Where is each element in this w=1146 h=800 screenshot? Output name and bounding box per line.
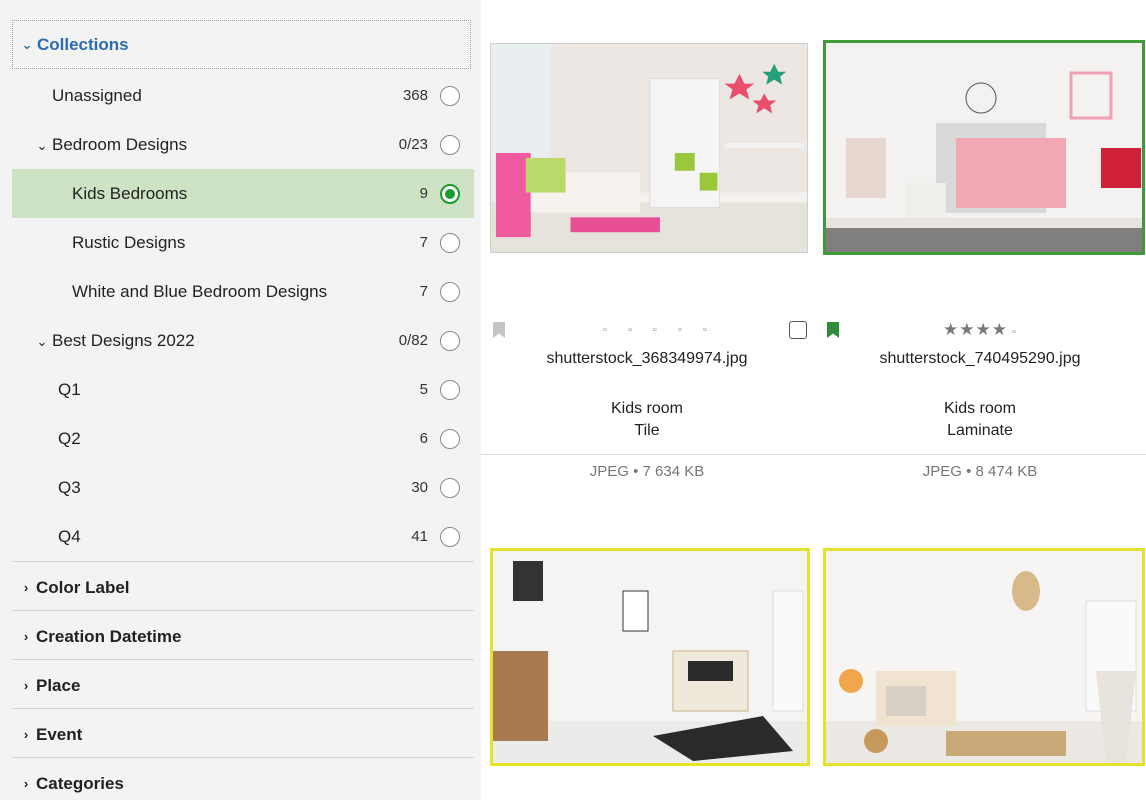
- card-meta-row: ▫ ▫ ▫ ▫ ▫: [493, 318, 813, 342]
- thumbnail-grid: ▫ ▫ ▫ ▫ ▫ shutterstock_368349974.jpg Kid…: [481, 0, 1146, 800]
- chevron-down-icon: ⌄: [21, 36, 33, 52]
- collection-item-rustic-designs[interactable]: Rustic Designs 7: [12, 218, 474, 267]
- section-title: Place: [36, 675, 81, 695]
- section-title: Creation Datetime: [36, 626, 182, 646]
- collections-title: Collections: [37, 34, 129, 54]
- collection-label: Kids Bedrooms: [72, 183, 188, 203]
- chevron-down-icon[interactable]: ⌄: [34, 334, 50, 350]
- rating-stars[interactable]: ★★★★ ▫: [943, 320, 1017, 340]
- thumbnail-image[interactable]: [823, 548, 1145, 766]
- collection-count: 0/82: [398, 332, 428, 349]
- collection-item-bedroom-designs[interactable]: ⌄ Bedroom Designs 0/23: [12, 120, 474, 169]
- caption-line1: Kids room: [943, 400, 1017, 417]
- chevron-right-icon: ›: [23, 629, 29, 644]
- thumbnail-image-selected[interactable]: [823, 40, 1145, 255]
- flag-icon-flagged[interactable]: [827, 322, 839, 338]
- chevron-down-icon[interactable]: ⌄: [34, 138, 50, 154]
- divider: [12, 708, 474, 709]
- collection-label: Q3: [58, 477, 81, 497]
- collection-label: Rustic Designs: [72, 232, 186, 252]
- collection-label: Q2: [58, 428, 81, 448]
- collection-count: 9: [419, 185, 428, 202]
- collection-count: 368: [402, 87, 428, 104]
- collection-item-white-blue[interactable]: White and Blue Bedroom Designs 7: [12, 267, 474, 316]
- collection-item-unassigned[interactable]: Unassigned 368: [12, 71, 474, 120]
- rating-dots[interactable]: ▫ ▫ ▫ ▫ ▫: [603, 324, 716, 336]
- divider: [12, 659, 474, 660]
- file-info: JPEG • 7 634 KB: [589, 463, 705, 480]
- section-event[interactable]: › Event: [12, 710, 474, 759]
- collection-label: ⌄ Best Designs 2022: [12, 331, 399, 351]
- collection-item-best-designs-2022[interactable]: ⌄ Best Designs 2022 0/82: [12, 316, 474, 365]
- chevron-right-icon: ›: [23, 678, 29, 693]
- collection-radio[interactable]: [440, 330, 460, 351]
- collection-count: 6: [419, 430, 428, 447]
- flag-icon[interactable]: [493, 322, 505, 338]
- collection-radio[interactable]: [440, 281, 460, 302]
- divider: [481, 454, 1146, 455]
- collection-item-kids-bedrooms[interactable]: Kids Bedrooms 9: [12, 169, 474, 218]
- chevron-right-icon: ›: [23, 580, 29, 595]
- collection-count: 5: [419, 381, 428, 398]
- collection-count: 41: [411, 528, 428, 545]
- select-checkbox[interactable]: [789, 321, 807, 339]
- collection-radio[interactable]: [440, 232, 460, 253]
- file-name: shutterstock_740495290.jpg: [879, 350, 1081, 367]
- divider: [12, 561, 474, 562]
- collection-item-q3[interactable]: Q3 30: [12, 463, 474, 512]
- chevron-right-icon: ›: [23, 727, 29, 742]
- collection-radio[interactable]: [440, 134, 460, 155]
- file-name: shutterstock_368349974.jpg: [546, 350, 748, 367]
- collection-label: White and Blue Bedroom Designs: [72, 281, 328, 301]
- section-title: Event: [36, 724, 83, 744]
- caption-line1: Kids room: [610, 400, 684, 417]
- collection-radio-selected[interactable]: [440, 183, 460, 204]
- section-creation-datetime[interactable]: › Creation Datetime: [12, 612, 474, 661]
- thumbnail-image[interactable]: [490, 43, 808, 253]
- collection-count: 7: [419, 283, 428, 300]
- collection-radio[interactable]: [440, 85, 460, 106]
- chevron-right-icon: ›: [23, 776, 29, 791]
- collection-label: Unassigned: [52, 85, 142, 105]
- collection-label: ⌄ Bedroom Designs: [12, 135, 399, 155]
- collections-header[interactable]: ⌄ Collections: [12, 20, 471, 69]
- collection-item-q4[interactable]: Q4 41: [12, 512, 474, 561]
- collection-item-q2[interactable]: Q2 6: [12, 414, 474, 463]
- collection-count: 0/23: [398, 136, 428, 153]
- caption-line2: Tile: [634, 422, 660, 439]
- collection-label: Q1: [58, 379, 81, 399]
- divider: [12, 757, 474, 758]
- file-info: JPEG • 8 474 KB: [922, 463, 1038, 480]
- section-categories[interactable]: › Categories: [12, 759, 474, 800]
- collection-item-q1[interactable]: Q1 5: [12, 365, 474, 414]
- card-meta-row: ★★★★ ▫: [789, 318, 1129, 342]
- thumbnail-image[interactable]: [490, 548, 810, 766]
- collection-count: 30: [411, 479, 428, 496]
- section-title: Categories: [36, 773, 124, 793]
- section-title: Color Label: [36, 577, 130, 597]
- collection-radio[interactable]: [440, 379, 460, 400]
- collection-radio[interactable]: [440, 477, 460, 498]
- section-place[interactable]: › Place: [12, 661, 474, 710]
- filter-sidebar: ⌄ Collections Unassigned 368 ⌄ Bedroom De…: [0, 0, 481, 800]
- collection-radio[interactable]: [440, 428, 460, 449]
- caption-line2: Laminate: [947, 422, 1013, 439]
- section-color-label[interactable]: › Color Label: [12, 563, 474, 612]
- collection-radio[interactable]: [440, 526, 460, 547]
- collection-label: Q4: [58, 526, 81, 546]
- divider: [12, 610, 474, 611]
- collection-count: 7: [419, 234, 428, 251]
